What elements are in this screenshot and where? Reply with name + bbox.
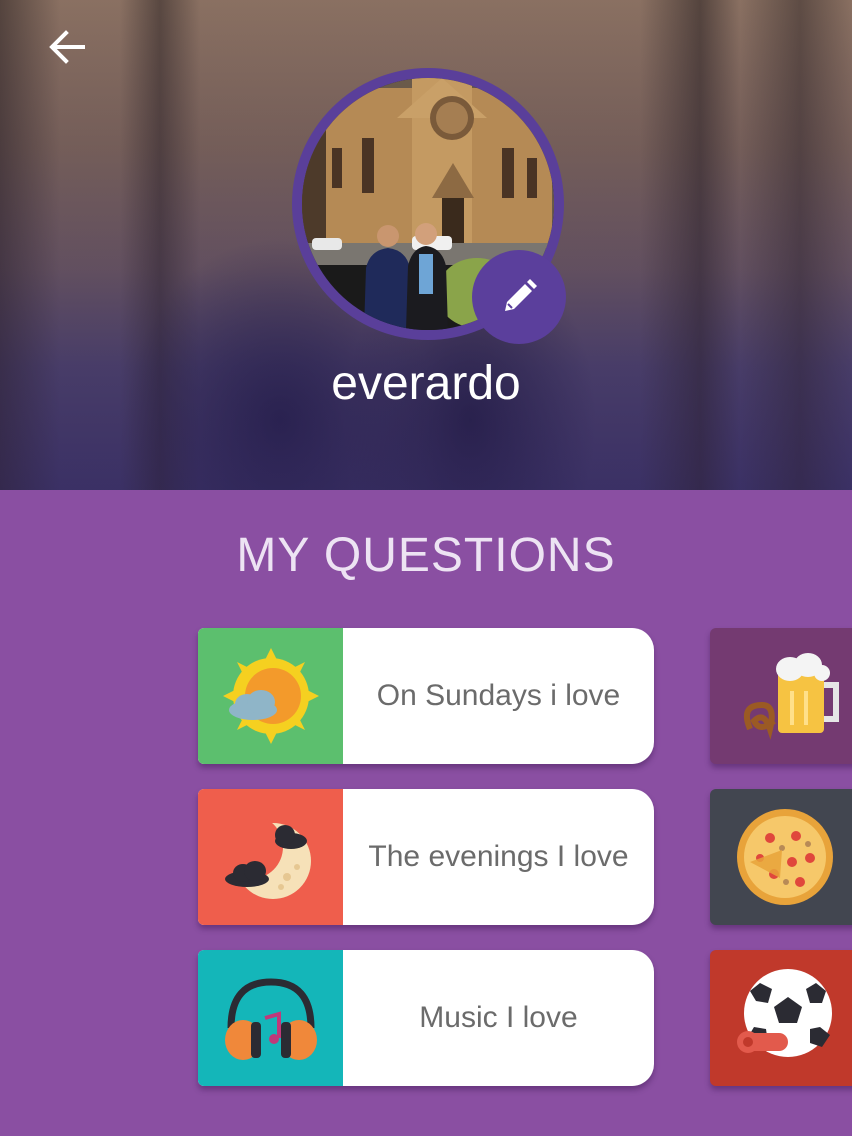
section-title: MY QUESTIONS xyxy=(236,529,616,582)
side-question-tile-beer[interactable] xyxy=(710,628,852,764)
question-label: On Sundays i love xyxy=(376,679,621,712)
arrow-left-icon xyxy=(49,30,85,64)
moon-clouds-icon xyxy=(220,815,311,899)
edit-photo-button[interactable] xyxy=(472,250,566,344)
question-card-evenings[interactable]: The evenings I love xyxy=(198,789,654,925)
question-label: Music I love xyxy=(419,1001,578,1034)
question-label: The evenings I love xyxy=(368,840,629,873)
question-tile xyxy=(198,789,343,925)
back-button[interactable] xyxy=(40,24,94,70)
soccer-ball-whistle-icon xyxy=(737,969,832,1057)
side-question-tile-pizza[interactable] xyxy=(710,789,852,925)
headphones-icon xyxy=(224,978,317,1060)
question-tile xyxy=(198,950,343,1086)
question-card-music[interactable]: Music I love xyxy=(198,950,654,1086)
question-tile xyxy=(198,628,343,764)
question-card-sundays[interactable]: On Sundays i love xyxy=(198,628,654,764)
beer-pretzel-icon xyxy=(744,653,839,740)
sun-cloud-icon xyxy=(222,648,319,744)
pencil-icon xyxy=(505,279,537,311)
side-question-tile-soccer[interactable] xyxy=(710,950,852,1086)
username: everardo xyxy=(331,357,521,410)
pizza-icon xyxy=(737,809,833,905)
